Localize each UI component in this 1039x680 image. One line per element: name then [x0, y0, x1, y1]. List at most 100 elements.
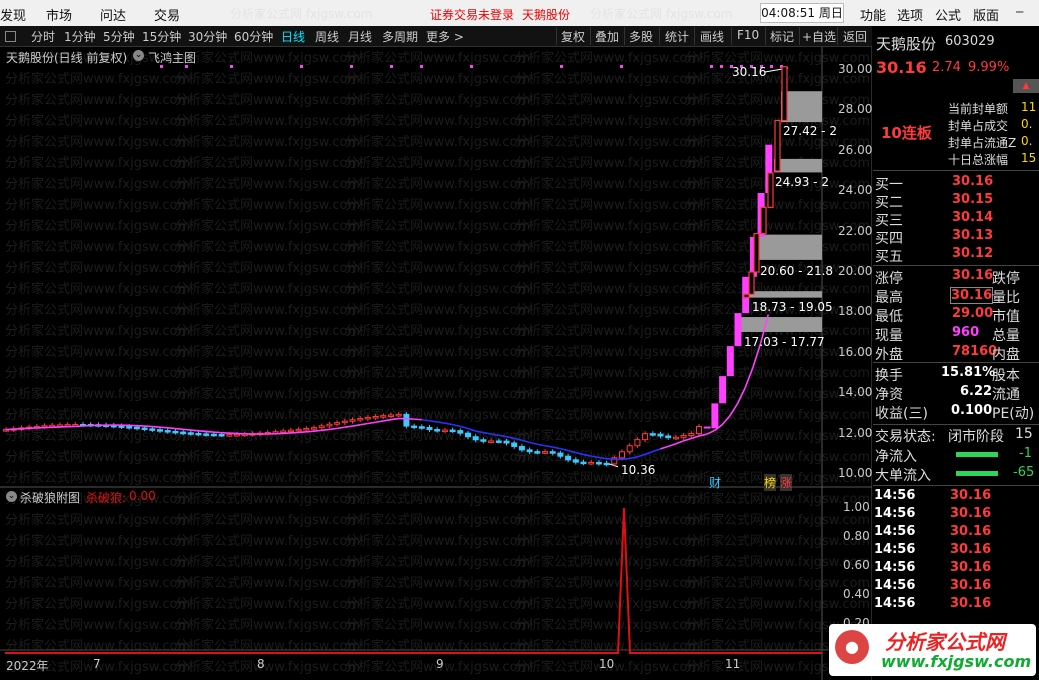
ma-line-segment [152, 425, 161, 428]
tool-button[interactable]: 统计 [665, 28, 689, 45]
tick-time: 14:56 [874, 560, 916, 575]
candle-body [341, 420, 348, 424]
rank-badge[interactable]: 榜 [764, 474, 777, 491]
bid-price: 30.16 [952, 174, 994, 189]
bid-price: 30.14 [952, 210, 994, 225]
stat-label: 最高 [875, 290, 903, 306]
trade-state-extra: 15 [1015, 426, 1033, 442]
ma-line-segment [667, 442, 677, 448]
ma-line-segment [383, 418, 392, 422]
fund-value: 0.100 [951, 403, 993, 418]
stat-right-label: 总量 [992, 328, 1020, 344]
limit-info-value: 0. [1021, 117, 1033, 131]
period-tab[interactable]: 5分钟 [103, 28, 135, 45]
ma-line-segment [583, 453, 592, 457]
menu-ask[interactable]: 问达 [100, 5, 126, 24]
price-zone [758, 234, 822, 260]
candle-body [195, 432, 202, 436]
limit-info-label: 封单占流通Z [948, 136, 1017, 150]
minimize-icon[interactable]: ─ [1016, 5, 1023, 19]
menu-trade[interactable]: 交易 [154, 5, 180, 24]
period-tab[interactable]: 1分钟 [64, 28, 96, 45]
period-tab-selected[interactable]: 日线 [281, 28, 305, 45]
limit-up-candle [748, 271, 755, 295]
fund-value: 15.81% [941, 365, 996, 380]
kline-chart[interactable] [0, 47, 872, 680]
period-tab[interactable]: 15分钟 [142, 28, 181, 45]
tick-time: 14:56 [874, 506, 916, 521]
sub-chart-title[interactable]: 杀破狼附图 [20, 489, 80, 506]
finance-badge[interactable]: 财 [709, 474, 721, 491]
candle-body [126, 426, 133, 429]
menu-market[interactable]: 市场 [46, 5, 72, 24]
period-tab[interactable]: 30分钟 [188, 28, 227, 45]
candle-body [642, 433, 649, 441]
candle-body [672, 436, 679, 440]
sub-tick: 0.80 [843, 529, 870, 543]
menu-options[interactable]: 选项 [897, 5, 923, 24]
add-watchlist-button[interactable]: +自选 [802, 28, 836, 45]
candle-body [303, 427, 310, 431]
menu-discover[interactable]: 发现 [0, 5, 26, 24]
candle-body [696, 426, 702, 435]
period-tab[interactable]: 月线 [348, 28, 372, 45]
tool-button[interactable]: 复权 [561, 28, 585, 45]
limit-up-candle [774, 119, 781, 172]
tick-time: 14:56 [874, 524, 916, 539]
indicator-name[interactable]: 飞鸿主图 [148, 49, 196, 66]
indicator-dropdown-icon[interactable]: ⌄ [133, 50, 144, 61]
stock-name: 天鹅股份 [876, 35, 937, 53]
flow-value: -1 [1019, 446, 1032, 461]
ma-line-segment [437, 421, 446, 424]
limit-up-candle [734, 313, 742, 347]
more-periods-button[interactable]: 更多 > [426, 28, 464, 45]
candle-body [411, 425, 418, 429]
signal-dot [720, 65, 723, 68]
ma-line-segment [629, 456, 638, 460]
stat-value: 29.00 [952, 306, 994, 321]
tool-button[interactable]: 叠加 [595, 28, 619, 45]
fund-right-label: 股本 [992, 368, 1020, 384]
x-axis-month: 8 [257, 657, 265, 671]
stat-value: 30.16 [952, 268, 994, 283]
panel-toggle-icon[interactable] [5, 31, 16, 42]
ma-line-segment [560, 447, 569, 452]
menu-layout[interactable]: 版面 [973, 5, 999, 24]
tool-button[interactable]: 标记 [770, 28, 794, 45]
back-button[interactable]: 返回 [843, 28, 867, 45]
x-axis-month: 11 [725, 657, 741, 671]
tool-button[interactable]: 画线 [700, 28, 724, 45]
candle-body [580, 461, 587, 465]
ma-line-segment [490, 433, 499, 437]
period-tab[interactable]: 周线 [315, 28, 339, 45]
candle-body [588, 461, 595, 465]
ma-line-segment [744, 367, 754, 388]
limit-up-badge[interactable]: 涨 [780, 474, 793, 491]
logo-icon: ● [835, 630, 869, 664]
period-tab[interactable]: 60分钟 [234, 28, 273, 45]
ma-line-segment [652, 448, 661, 453]
candle-body [572, 459, 579, 463]
price-tick: 12.00 [838, 425, 873, 440]
ma-line-segment [552, 446, 561, 450]
candle-body [626, 445, 633, 453]
candle-body [542, 451, 548, 454]
menu-function[interactable]: 功能 [860, 5, 886, 24]
bid-price: 30.13 [952, 228, 994, 243]
limit-streak-tag: 10连板 [881, 124, 932, 142]
tool-button[interactable]: 多股 [629, 28, 653, 45]
candle-body [665, 435, 672, 438]
signal-dot [420, 65, 423, 68]
period-tab[interactable]: 多周期 [382, 28, 418, 45]
ma-line-segment [598, 456, 607, 460]
bid-label: 买五 [875, 249, 903, 265]
tool-button[interactable]: F10 [737, 28, 759, 42]
sub-indicator-dropdown-icon[interactable]: ⌄ [6, 491, 17, 502]
login-status[interactable]: 证券交易未登录 [430, 6, 514, 23]
chart-title: 天鹅股份(日线 前复权) [6, 51, 128, 65]
menu-formula[interactable]: 公式 [935, 5, 961, 24]
stat-right-label: 跌停 [992, 271, 1020, 287]
signal-dot [620, 65, 623, 68]
x-axis-month: 10 [599, 657, 615, 671]
period-tab[interactable]: 分时 [31, 28, 55, 45]
